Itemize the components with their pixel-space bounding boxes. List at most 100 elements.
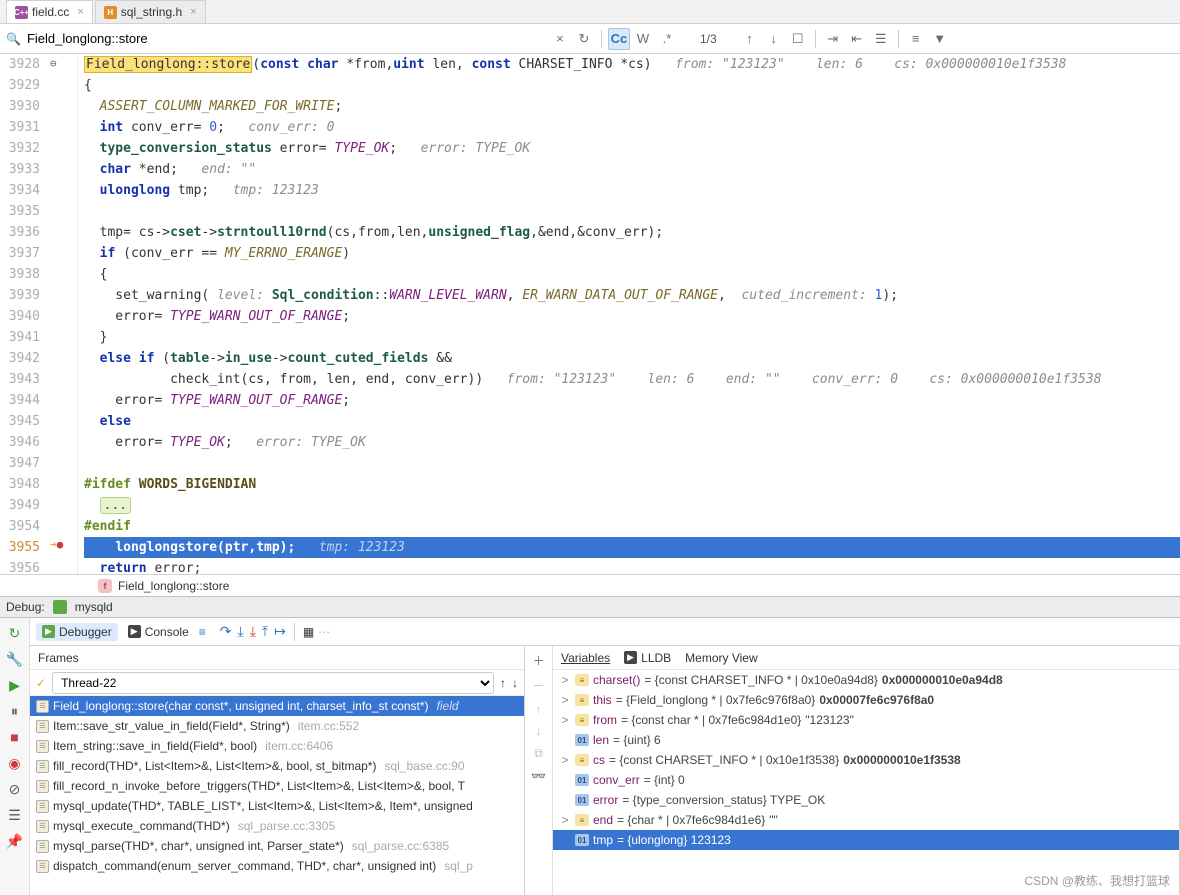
resume-icon[interactable]: ▶ xyxy=(6,676,24,694)
debugger-icon: ▶ xyxy=(42,625,55,638)
console-tab[interactable]: ▶ Console xyxy=(122,623,195,641)
breadcrumb-text[interactable]: Field_longlong::store xyxy=(118,579,229,593)
variable-row[interactable]: >≡ from = {const char * | 0x7fe6c984d1e0… xyxy=(553,710,1179,730)
new-watch-icon[interactable]: ＋ xyxy=(532,652,544,669)
mute-breakpoints-icon[interactable]: ⊘ xyxy=(6,780,24,798)
variable-row[interactable]: >≡ this = {Field_longlong * | 0x7fe6c976… xyxy=(553,690,1179,710)
prev-match-icon[interactable]: ↑ xyxy=(739,28,761,50)
tab-field-cc[interactable]: C++ field.cc × xyxy=(6,0,93,23)
expand-icon[interactable]: > xyxy=(559,813,571,827)
find-toolbar: 🔍 × ↻ Cc W .* 1/3 ↑ ↓ ☐ ⇥ ⇤ ☰ ≡ ▼ xyxy=(0,24,1180,54)
frames-list[interactable]: ☰Field_longlong::store(char const*, unsi… xyxy=(30,696,524,895)
more-icon[interactable]: ⋯ xyxy=(318,625,330,639)
settings-icon[interactable]: ≡ xyxy=(905,28,927,50)
frame-location: field xyxy=(437,699,459,713)
remove-watch-icon[interactable]: － xyxy=(532,677,544,694)
variable-hex: 0x000000010e1f3538 xyxy=(843,753,960,767)
thread-selector[interactable]: Thread-22 xyxy=(52,672,494,694)
whole-word-toggle[interactable]: W xyxy=(632,28,654,50)
stop-icon[interactable]: ■ xyxy=(6,728,24,746)
variable-row[interactable]: >≡ cs = {const CHARSET_INFO * | 0x10e1f3… xyxy=(553,750,1179,770)
step-out-icon[interactable]: ⤒ xyxy=(262,623,268,640)
select-all-icon[interactable]: ☐ xyxy=(787,28,809,50)
frame-icon: ☰ xyxy=(36,780,49,793)
copy-icon[interactable]: ⧉ xyxy=(534,746,543,761)
frame-location: sql_parse.cc:6385 xyxy=(352,839,449,853)
frame-row[interactable]: ☰mysql_parse(THD*, char*, unsigned int, … xyxy=(30,836,524,856)
expand-icon[interactable]: > xyxy=(559,713,571,727)
search-input[interactable] xyxy=(27,28,547,50)
rerun-icon[interactable]: ↻ xyxy=(6,624,24,642)
variable-value: = {char * | 0x7fe6c984d1e6} xyxy=(617,813,765,827)
frame-row[interactable]: ☰fill_record_n_invoke_before_triggers(TH… xyxy=(30,776,524,796)
select-occurrences-icon[interactable]: ⇤ xyxy=(846,28,868,50)
down-icon[interactable]: ↓ xyxy=(536,724,542,738)
frame-signature: Item_string::save_in_field(Field*, bool) xyxy=(53,739,257,753)
expand-icon[interactable]: > xyxy=(559,673,571,687)
expand-icon[interactable]: > xyxy=(559,753,571,767)
primitive-icon: 01 xyxy=(575,774,589,786)
cpp-file-icon: C++ xyxy=(15,6,28,19)
clear-search-icon[interactable]: × xyxy=(549,28,571,50)
next-frame-icon[interactable]: ↓ xyxy=(512,676,518,690)
view-breakpoints-icon[interactable]: ◉ xyxy=(6,754,24,772)
frame-row[interactable]: ☰Item_string::save_in_field(Field*, bool… xyxy=(30,736,524,756)
frame-location: item.cc:6406 xyxy=(265,739,333,753)
collapse-icon[interactable]: ⊖ xyxy=(50,57,57,70)
code-editor[interactable]: 3928 3929 3930 3931 3932 3933 3934 3935 … xyxy=(0,54,1180,574)
frame-row[interactable]: ☰dispatch_command(enum_server_command, T… xyxy=(30,856,524,876)
settings-wrench-icon[interactable]: 🔧 xyxy=(6,650,24,668)
code-area[interactable]: Field_longlong::store(const char *from,u… xyxy=(78,54,1180,574)
close-icon[interactable]: × xyxy=(77,6,83,18)
frame-icon: ☰ xyxy=(36,860,49,873)
breakpoint-icon[interactable]: ➔● xyxy=(50,538,63,551)
tab-sql-string-h[interactable]: H sql_string.h × xyxy=(95,0,206,23)
variable-value: = {type_conversion_status} TYPE_OK xyxy=(622,793,825,807)
expand-icon[interactable]: > xyxy=(559,693,571,707)
variable-row[interactable]: >≡ charset() = {const CHARSET_INFO * | 0… xyxy=(553,670,1179,690)
object-icon: ≡ xyxy=(575,714,589,726)
variable-row[interactable]: 01 len = {uint} 6 xyxy=(553,730,1179,750)
run-to-cursor-icon[interactable]: ↦ xyxy=(274,623,286,640)
show-usages-icon[interactable]: ☰ xyxy=(870,28,892,50)
variable-name: this xyxy=(593,693,612,707)
close-icon[interactable]: × xyxy=(190,6,196,18)
evaluate-icon[interactable]: ▦ xyxy=(303,625,314,639)
variable-row[interactable]: 01 error = {type_conversion_status} TYPE… xyxy=(553,790,1179,810)
frame-row[interactable]: ☰mysql_update(THD*, TABLE_LIST*, List<It… xyxy=(30,796,524,816)
frame-row[interactable]: ☰Item::save_str_value_in_field(Field*, S… xyxy=(30,716,524,736)
frame-icon: ☰ xyxy=(36,820,49,833)
variable-row[interactable]: 01 tmp = {ulonglong} 123123 xyxy=(553,830,1179,850)
recent-searches-icon[interactable]: ↻ xyxy=(573,28,595,50)
frame-signature: Item::save_str_value_in_field(Field*, St… xyxy=(53,719,290,733)
variables-pane: ＋ － ↑ ↓ ⧉ 👓 Variables ▶LLDB Memory View xyxy=(525,646,1180,895)
variable-row[interactable]: >≡ end = {char * | 0x7fe6c984d1e6} "" xyxy=(553,810,1179,830)
lldb-tab[interactable]: ▶LLDB xyxy=(624,651,671,665)
frame-row[interactable]: ☰mysql_execute_command(THD*)sql_parse.cc… xyxy=(30,816,524,836)
frame-row[interactable]: ☰fill_record(THD*, List<Item>&, List<Ite… xyxy=(30,756,524,776)
up-icon[interactable]: ↑ xyxy=(536,702,542,716)
prev-frame-icon[interactable]: ↑ xyxy=(500,676,506,690)
variables-list[interactable]: >≡ charset() = {const CHARSET_INFO * | 0… xyxy=(553,670,1179,895)
debug-target[interactable]: mysqld xyxy=(75,600,113,614)
match-case-toggle[interactable]: Cc xyxy=(608,28,630,50)
show-execution-point-icon[interactable]: ↷ xyxy=(220,623,232,640)
next-match-icon[interactable]: ↓ xyxy=(763,28,785,50)
debugger-tab[interactable]: ▶ Debugger xyxy=(36,623,118,641)
frame-location: sql_base.cc:90 xyxy=(384,759,464,773)
threads-icon[interactable]: ≡ xyxy=(199,625,206,639)
filter-icon[interactable]: ▼ xyxy=(929,28,951,50)
step-over-icon[interactable]: ⤓ xyxy=(238,623,244,640)
layout-icon[interactable]: ☰ xyxy=(6,806,24,824)
add-selection-icon[interactable]: ⇥ xyxy=(822,28,844,50)
variables-tab[interactable]: Variables xyxy=(561,651,610,665)
variable-row[interactable]: 01 conv_err = {int} 0 xyxy=(553,770,1179,790)
watches-icon[interactable]: 👓 xyxy=(531,769,546,783)
frame-row[interactable]: ☰Field_longlong::store(char const*, unsi… xyxy=(30,696,524,716)
pin-icon[interactable]: 📌 xyxy=(6,832,24,850)
pause-icon[interactable]: ⏸ xyxy=(6,702,24,720)
variable-value: = {const CHARSET_INFO * | 0x10e1f3538} xyxy=(609,753,839,767)
step-into-icon[interactable]: ⤓ xyxy=(250,623,256,640)
regex-toggle[interactable]: .* xyxy=(656,28,678,50)
memory-view-tab[interactable]: Memory View xyxy=(685,651,757,665)
